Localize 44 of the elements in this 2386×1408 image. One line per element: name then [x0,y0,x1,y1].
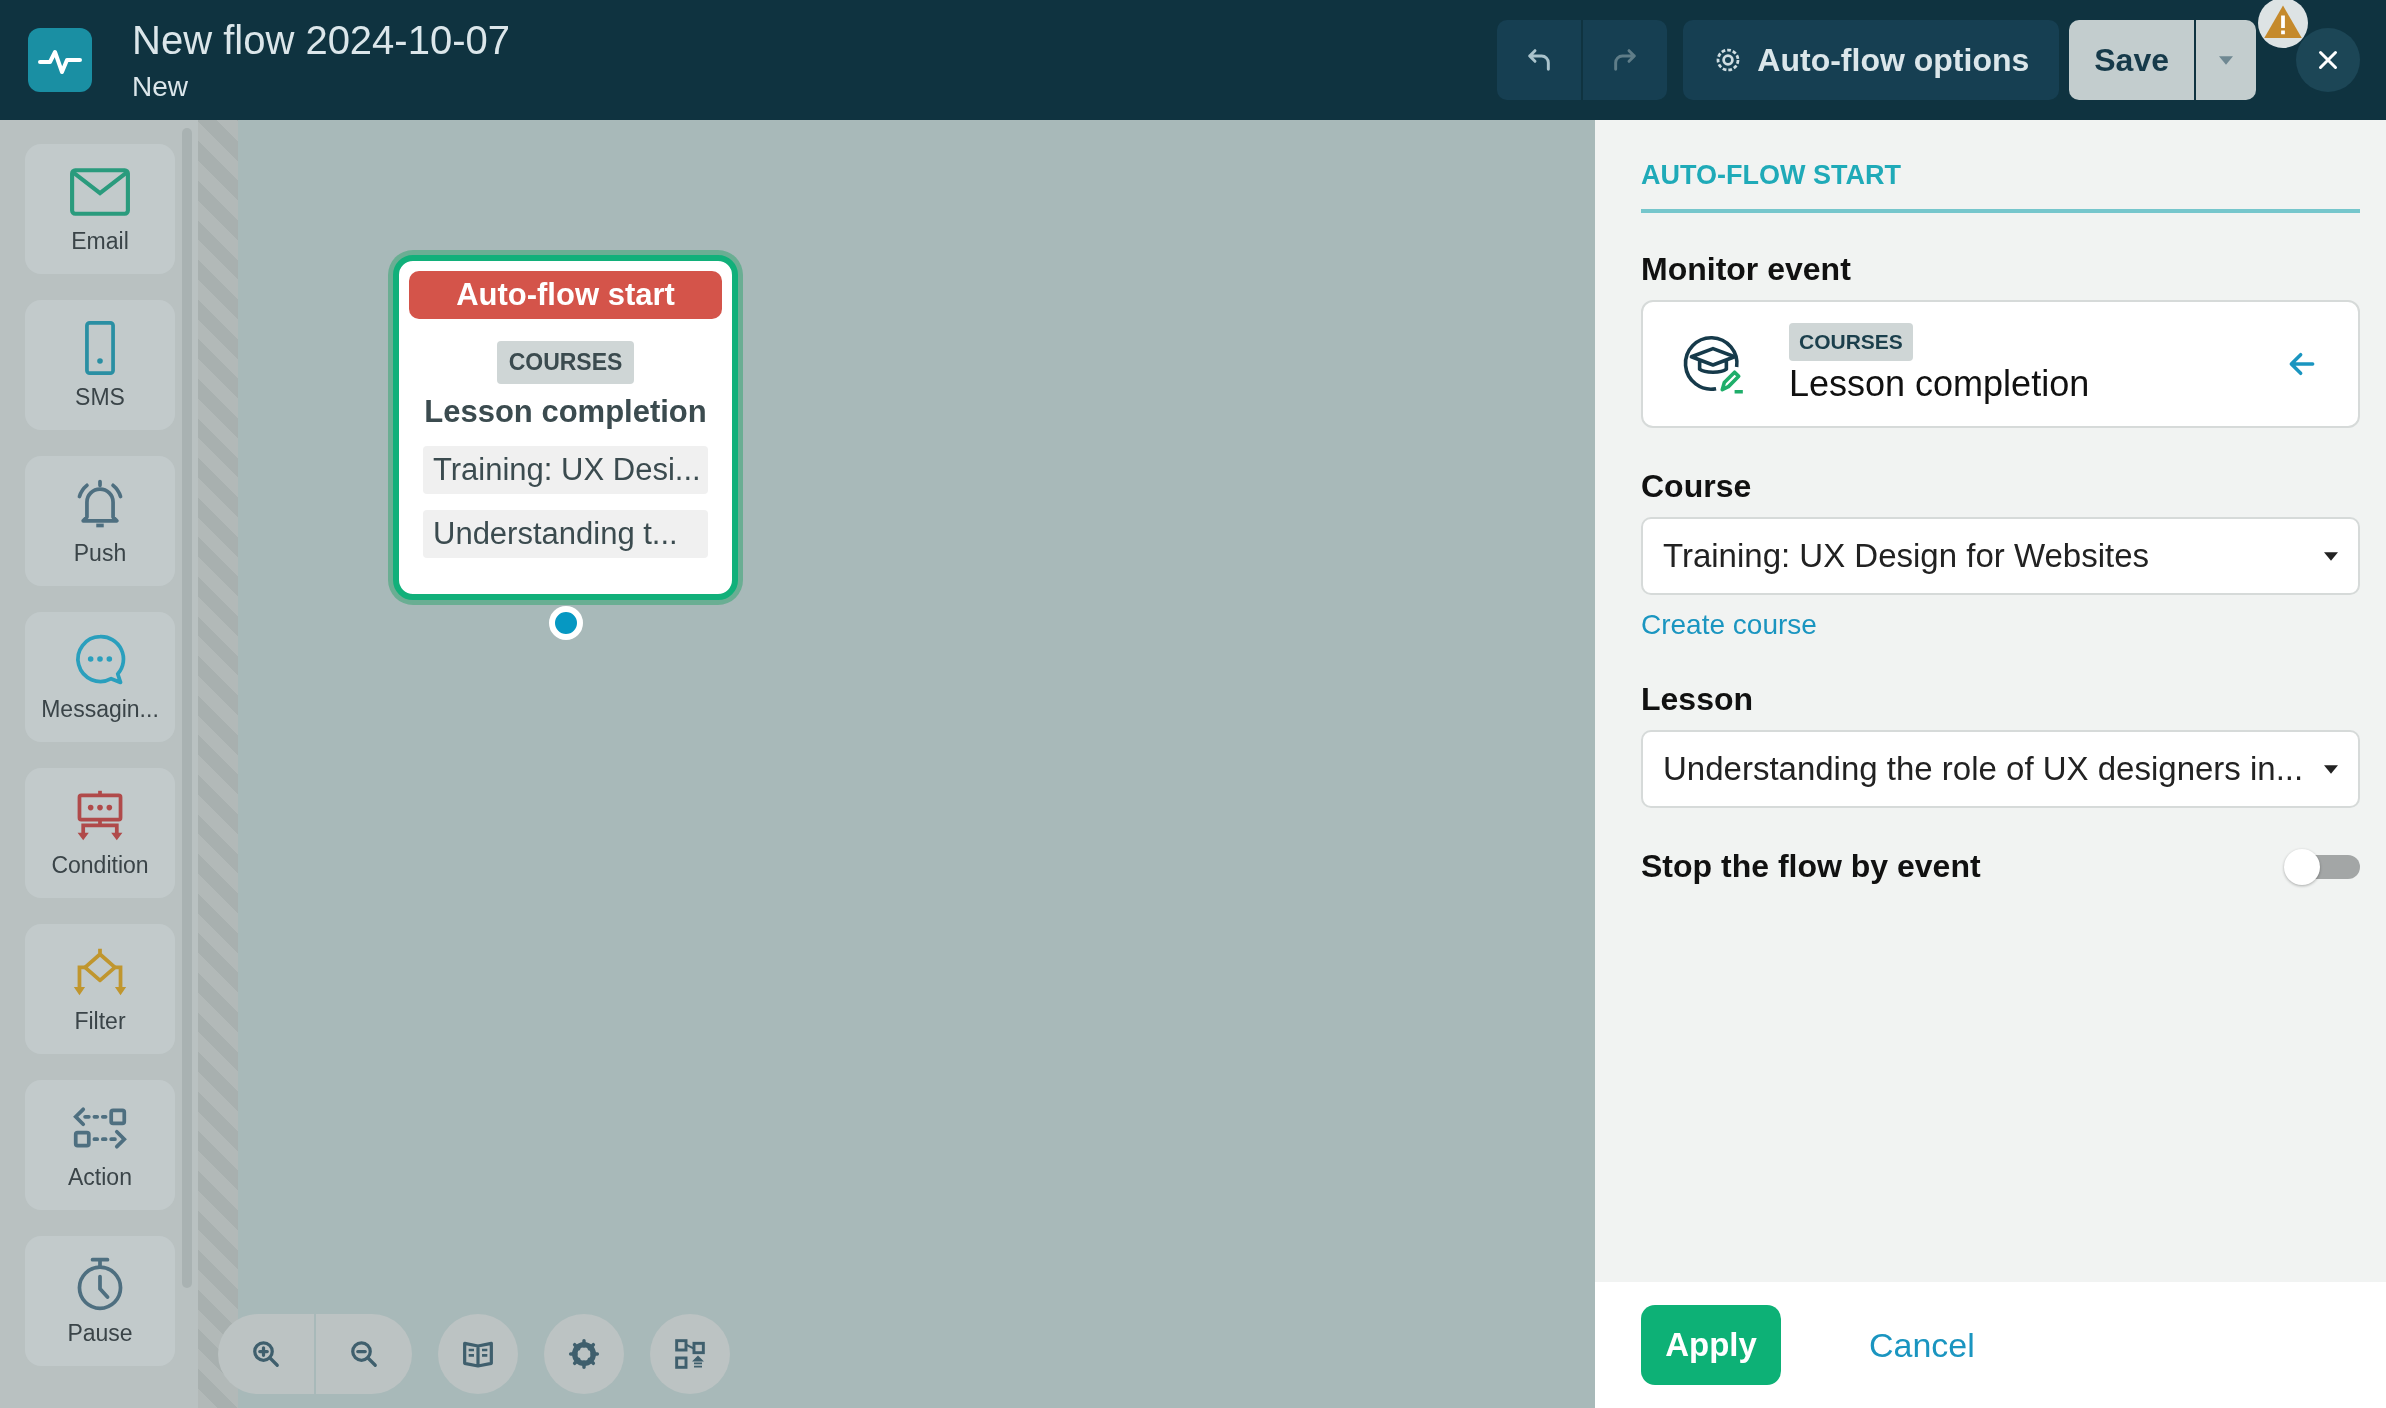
settings-icon [568,1338,600,1370]
category-tag: COURSES [1789,323,1913,361]
palette-item[interactable]: Filter [25,924,175,1054]
redo-button[interactable] [1583,20,1668,100]
cancel-button[interactable]: Cancel [1863,1324,1981,1366]
output-port[interactable] [548,606,583,640]
toggle-switch[interactable] [2284,848,2360,885]
palette-item[interactable]: Email [25,144,175,274]
caret-icon [2324,551,2338,561]
zoom-in-button[interactable] [218,1314,314,1394]
palette-item[interactable]: Push [25,456,175,586]
palette-item[interactable]: Messagin... [25,612,175,742]
create-course-link[interactable]: Create course [1641,609,1817,641]
node-title: Auto-flow start [409,271,722,319]
toggle-label: Stop the flow by event [1641,848,1981,885]
node-event: Lesson completion [424,394,707,430]
save-button[interactable]: Save [2069,20,2194,100]
save-options-button[interactable] [2196,20,2256,100]
zoom-out-icon [349,1339,379,1369]
category-tag: COURSES [496,341,635,384]
caret-icon [2324,764,2338,774]
field-label: Lesson [1641,681,1755,718]
palette-item[interactable]: SMS [25,300,175,430]
palette-item[interactable]: Condition [25,768,175,898]
event-card[interactable]: COURSES Lesson completion [1641,300,2360,428]
auto-flow-options-button[interactable]: Auto-flow options [1683,20,2060,100]
field-label: Monitor event [1641,251,1852,288]
flow-title: New flow 2024-10-07 [132,17,510,63]
palette-item[interactable]: Action [25,1080,175,1210]
undo-button[interactable] [1497,20,1582,100]
flow-status: New [132,70,189,103]
zoom-out-button[interactable] [316,1314,412,1394]
zoom-in-icon [251,1339,281,1369]
course-select[interactable]: Training: UX Design for Websites [1641,517,2360,595]
pulse-logo-icon [28,28,92,92]
lesson-select[interactable]: Understanding the role of UX designers in... [1641,730,2360,808]
panel-heading: AUTO-FLOW START [1641,160,2360,213]
diagram-icon [674,1338,706,1370]
field-label: Course [1641,468,1753,505]
caret-icon [2219,55,2233,65]
node-parameter: Training: UX Desi... [423,446,708,494]
event-name: Lesson completion [1789,363,2090,405]
node-parameter: Understanding t... [423,510,708,558]
palette-item[interactable]: Pause [25,1236,175,1366]
